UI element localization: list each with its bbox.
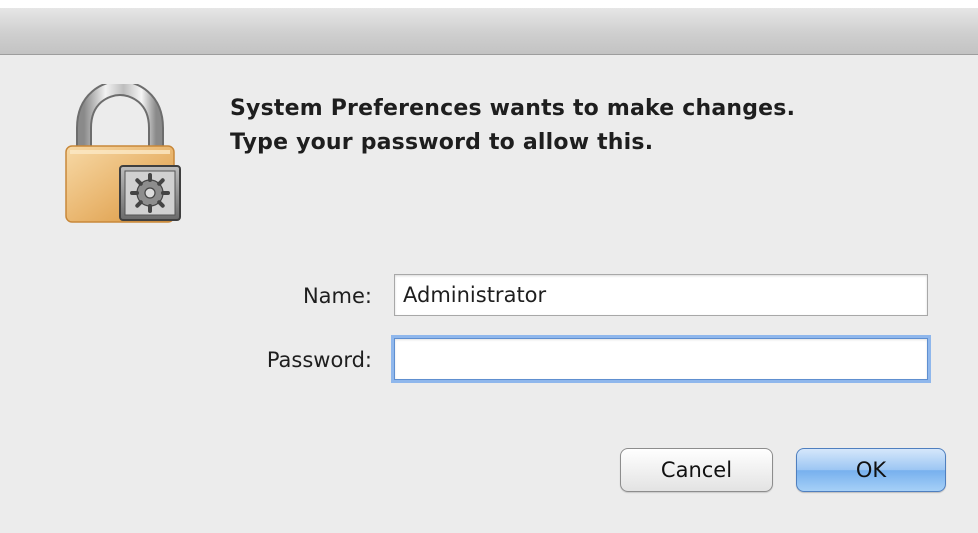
name-field[interactable]	[394, 274, 928, 316]
cancel-button-label: Cancel	[660, 458, 733, 482]
password-label: Password:	[266, 348, 372, 372]
window-titlebar[interactable]	[0, 8, 978, 55]
padlock-with-gear-icon	[62, 79, 192, 224]
dialog-message: System Preferences wants to make changes…	[230, 92, 795, 160]
ok-button-label: OK	[855, 458, 887, 482]
ok-button[interactable]: OK	[796, 448, 946, 492]
name-label: Name:	[302, 284, 372, 308]
password-field[interactable]	[394, 338, 928, 380]
message-line-2: Type your password to allow this.	[230, 130, 654, 155]
cancel-button[interactable]: Cancel	[620, 448, 773, 492]
message-line-1: System Preferences wants to make changes…	[230, 96, 796, 121]
